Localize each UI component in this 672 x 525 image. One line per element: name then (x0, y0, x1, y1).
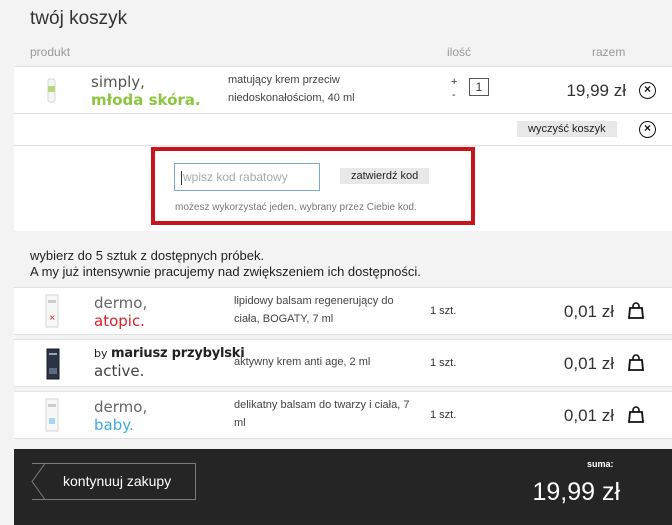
remove-item-icon[interactable]: × (639, 82, 656, 99)
samples-intro-line-1: wybierz do 5 sztuk z dostępnych próbek. (30, 248, 265, 263)
coupon-placeholder: wpisz kod rabatowy (183, 170, 288, 184)
sample-brand-line-1: by mariusz przybylski (94, 346, 245, 362)
brand-prefix: by (94, 347, 108, 360)
sample-brand-line-2: active. (94, 361, 145, 380)
sample-price: 0,01 zł (563, 406, 614, 425)
sample-thumbnail: × (45, 294, 59, 328)
submit-coupon-button[interactable]: zatwierdź kod (340, 168, 430, 184)
sample-description: aktywny krem anti age, 2 ml (234, 356, 371, 368)
sum-value: 19,99 zł (532, 478, 620, 506)
clear-cart-row: wyczyść koszyk × (14, 114, 672, 146)
product-thumbnail (47, 78, 56, 103)
sample-row: by mariusz przybylski active. aktywny kr… (14, 339, 672, 387)
sample-brand: dermo, baby. (94, 398, 147, 434)
sample-row: dermo, baby. delikatny balsam do twarzy … (14, 391, 672, 439)
cart-footer: kontynuuj zakupy suma: 19,99 zł (14, 449, 672, 525)
sample-thumbnail (45, 398, 59, 432)
sample-row: × dermo, atopic. lipidowy balsam regener… (14, 287, 672, 335)
product-description: matujący krem przeciw niedoskonałościom,… (228, 74, 355, 104)
brand-line-2: młoda skóra. (91, 91, 201, 109)
brand-designer-name: mariusz przybylski (111, 346, 245, 361)
svg-text:×: × (49, 313, 56, 322)
chevron-left-icon (31, 463, 45, 500)
sample-brand-line-2: baby. (94, 416, 134, 434)
qty-input[interactable]: 1 (469, 78, 489, 96)
qty-increase-button[interactable]: + (451, 77, 457, 88)
samples-intro: wybierz do 5 sztuk z dostępnych próbek. … (30, 248, 421, 280)
cart-item-row: simply, młoda skóra. matujący krem przec… (14, 66, 672, 114)
column-header-qty: ilość (447, 45, 472, 59)
shopping-bag-icon[interactable] (628, 406, 644, 423)
page-title: twój koszyk (30, 8, 128, 29)
sample-brand: dermo, atopic. (94, 294, 147, 330)
clear-cart-icon[interactable]: × (639, 121, 656, 138)
sample-thumbnail (46, 348, 60, 380)
sample-price: 0,01 zł (563, 302, 614, 321)
sample-brand: by mariusz przybylski active. (94, 346, 245, 380)
sum-label: suma: (587, 459, 614, 469)
column-header-total: razem (592, 45, 626, 59)
sample-brand-line-1: dermo, (94, 294, 148, 312)
sample-brand-line-1: dermo, (94, 398, 148, 416)
sample-qty: 1 szt. (430, 305, 457, 317)
shopping-bag-icon[interactable] (628, 354, 644, 371)
sample-description: delikatny balsam do twarzy i ciała, 7 ml (234, 399, 410, 429)
coupon-code-input[interactable]: wpisz kod rabatowy (174, 163, 320, 191)
sample-qty: 1 szt. (430, 409, 457, 421)
column-header-product: produkt (30, 45, 71, 59)
product-brand: simply, młoda skóra. (91, 73, 201, 109)
clear-cart-button[interactable]: wyczyść koszyk (517, 121, 617, 137)
brand-line-1: simply, (91, 73, 145, 91)
samples-intro-line-2: A my już intensywnie pracujemy nad zwięk… (30, 264, 421, 279)
sample-qty: 1 szt. (430, 357, 457, 369)
continue-shopping-label: kontynuuj zakupy (63, 473, 172, 489)
shopping-bag-icon[interactable] (628, 302, 644, 319)
sample-price: 0,01 zł (563, 354, 614, 373)
coupon-section: wpisz kod rabatowy zatwierdź kod możesz … (14, 146, 672, 231)
item-price: 19,99 zł (566, 81, 626, 100)
continue-shopping-button[interactable]: kontynuuj zakupy (31, 463, 196, 500)
coupon-note: możesz wykorzystać jeden, wybrany przez … (175, 202, 417, 213)
qty-decrease-button[interactable]: - (452, 90, 456, 101)
sample-brand-line-2: atopic. (94, 312, 145, 330)
sample-description: lipidowy balsam regenerujący do ciała, B… (234, 295, 394, 325)
